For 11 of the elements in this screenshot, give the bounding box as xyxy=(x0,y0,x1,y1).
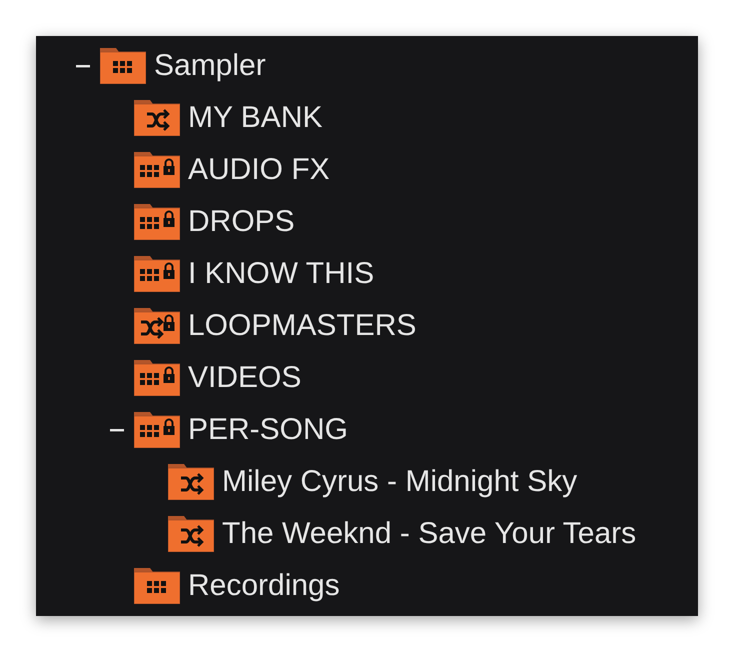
folder-label[interactable]: I KNOW THIS xyxy=(188,257,374,291)
folder-label[interactable]: DROPS xyxy=(188,205,295,239)
folder-label[interactable]: Miley Cyrus - Midnight Sky xyxy=(222,465,578,499)
folder-label[interactable]: The Weeknd - Save Your Tears xyxy=(222,517,636,551)
folder-label[interactable]: Sampler xyxy=(154,49,266,83)
folder-label[interactable]: VIDEOS xyxy=(188,361,302,395)
folder-label[interactable]: LOOPMASTERS xyxy=(188,309,416,343)
folder-label[interactable]: MY BANK xyxy=(188,101,322,135)
folder-label[interactable]: AUDIO FX xyxy=(188,153,330,187)
folder-label[interactable]: PER-SONG xyxy=(188,413,348,447)
folder-label[interactable]: Recordings xyxy=(188,569,340,603)
